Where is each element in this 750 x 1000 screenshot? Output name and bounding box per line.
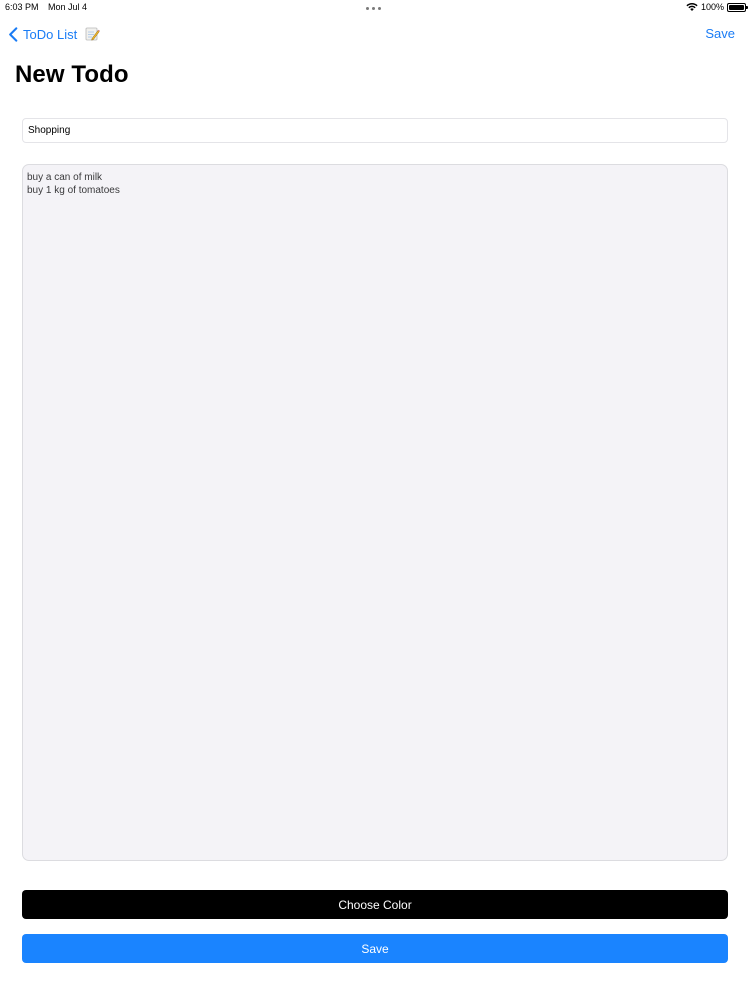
- dot-icon: [378, 7, 381, 10]
- choose-color-button[interactable]: Choose Color: [22, 890, 728, 919]
- dot-icon: [372, 7, 375, 10]
- back-button[interactable]: ToDo List: [8, 25, 101, 43]
- wifi-icon: [686, 3, 698, 11]
- todo-notes-textarea[interactable]: buy a can of milk buy 1 kg of tomatoes: [22, 164, 728, 861]
- status-bar: 6:03 PM Mon Jul 4 100%: [0, 0, 750, 16]
- save-button[interactable]: Save: [22, 934, 728, 963]
- multitasking-handle[interactable]: [366, 7, 381, 10]
- status-indicators: 100%: [686, 2, 748, 12]
- status-time: 6:03 PM: [5, 2, 39, 12]
- new-todo-screen: 6:03 PM Mon Jul 4 100% ToDo List Save Ne…: [0, 0, 750, 1000]
- back-button-label: ToDo List: [23, 26, 78, 42]
- memo-icon: [85, 27, 101, 41]
- chevron-left-icon: [9, 26, 18, 42]
- page-title: New Todo: [15, 61, 129, 88]
- status-date: Mon Jul 4: [48, 2, 88, 12]
- todo-title-input[interactable]: [22, 118, 728, 143]
- battery-icon: [727, 2, 748, 12]
- nav-save-button[interactable]: Save: [705, 26, 735, 41]
- battery-percent: 100%: [700, 2, 724, 12]
- dot-icon: [366, 7, 369, 10]
